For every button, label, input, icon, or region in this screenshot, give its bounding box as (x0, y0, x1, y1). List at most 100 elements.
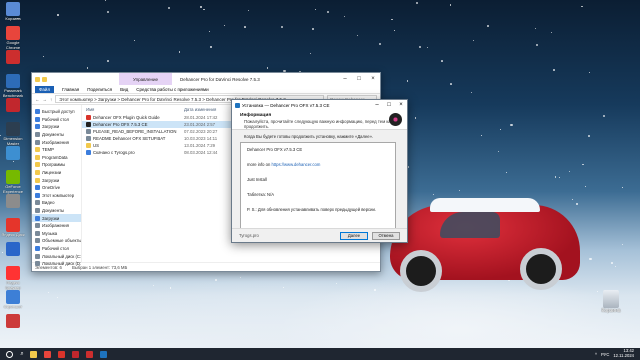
back-arrow-icon[interactable]: ← (35, 97, 40, 102)
clock[interactable]: 13:42 12.11.2024 (613, 348, 634, 359)
info-text: P. S.: Для обновления устанавливать пове… (247, 207, 376, 212)
column-name[interactable]: Имя (86, 107, 184, 112)
taskbar-app-chrome[interactable] (40, 348, 54, 360)
desktop-icon[interactable]: GeForce Experience (1, 170, 25, 194)
nav-item[interactable]: Этот компьютер (32, 192, 81, 200)
nav-item[interactable]: Объемные объекты (32, 237, 81, 245)
desktop-icon[interactable] (1, 194, 25, 208)
tray-chevron-icon[interactable]: ^ (595, 352, 597, 357)
nav-item[interactable]: Загрузки (32, 214, 81, 222)
info-line (247, 200, 389, 208)
next-button[interactable]: Далее (340, 231, 368, 240)
nav-item[interactable]: Изображения (32, 222, 81, 230)
snowflake (104, 0, 106, 2)
nav-item[interactable]: Музыка (32, 230, 81, 238)
snowflake (378, 43, 381, 46)
minimize-button[interactable]: – (338, 76, 352, 82)
taskbar-app-app-red-2[interactable] (68, 348, 82, 360)
desktop-icon[interactable]: Яндекс Диск (1, 218, 25, 237)
desktop-icon[interactable] (1, 98, 25, 112)
nav-item[interactable]: Лицензии (32, 169, 81, 177)
ribbon-tab[interactable]: Вид (120, 87, 128, 92)
up-arrow-icon[interactable]: ↑ (50, 97, 52, 102)
desktop-icon[interactable]: Google Chrome (1, 26, 25, 50)
nav-item-label: Объемные объекты (42, 238, 81, 244)
file-icon (86, 129, 91, 134)
nav-item[interactable]: Документы (32, 131, 81, 139)
nav-item[interactable]: Загрузки (32, 176, 81, 184)
ribbon-tab[interactable]: Средства работы с приложениями (136, 87, 208, 92)
nav-item[interactable]: Документы (32, 207, 81, 215)
close-button[interactable]: × (366, 76, 380, 82)
properties-icon[interactable] (42, 76, 47, 82)
nav-item[interactable]: Изображения (32, 138, 81, 146)
installer-close-button[interactable]: × (395, 102, 407, 108)
snowflake (450, 82, 452, 85)
snowflake (554, 176, 557, 178)
start-button[interactable] (0, 348, 18, 360)
taskbar-app-app-red-3[interactable] (82, 348, 96, 360)
nav-item[interactable]: TEMP (32, 146, 81, 154)
installer-titlebar[interactable]: Установка — Dehancer Pro OFX v7.5.3 CE –… (232, 100, 407, 110)
nav-item[interactable]: Рабочий стол (32, 245, 81, 253)
snowflake (314, 8, 316, 10)
cancel-button[interactable]: Отмена (372, 231, 400, 240)
desktop-icon[interactable]: Скриншот (1, 290, 25, 309)
installer-dialog[interactable]: Установка — Dehancer Pro OFX v7.5.3 CE –… (231, 99, 408, 243)
app-icon (6, 98, 20, 112)
snowflake (394, 29, 395, 31)
snowflake (459, 190, 461, 192)
desktop-icon[interactable] (1, 242, 25, 256)
ribbon-tab[interactable]: Поделиться (87, 87, 112, 92)
explorer-titlebar[interactable]: Управление Dehancer Pro for DaVinci Reso… (32, 73, 380, 85)
snowflake (343, 15, 346, 18)
installer-maximize-button[interactable]: □ (383, 102, 395, 108)
installer-intro: Когда Вы будете готовы продолжить устано… (244, 134, 374, 139)
app-icon (6, 146, 20, 160)
snowflake (470, 91, 472, 93)
snowflake (449, 4, 452, 6)
taskbar-app-app-red[interactable] (54, 348, 68, 360)
snowflake (568, 170, 570, 172)
nav-item[interactable]: Локальный диск (C:) (32, 252, 81, 260)
snowflake (391, 18, 393, 20)
forward-arrow-icon[interactable]: → (43, 97, 48, 102)
installer-page-subtitle: Пожалуйста, прочитайте следующую важную … (244, 119, 393, 129)
file-name: US (93, 143, 99, 148)
folder-icon (35, 185, 40, 191)
desktop-icon[interactable] (1, 314, 25, 328)
search-icon[interactable]: ⌕ (18, 348, 26, 360)
snowflake (43, 55, 45, 57)
info-text-box[interactable]: Dehancer Pro OFX v7.5.3 CE more info on h… (240, 142, 396, 229)
ribbon-tab[interactable]: Главная (62, 87, 79, 92)
nav-item[interactable]: Видео (32, 199, 81, 207)
desktop-icon[interactable]: Корзина (1, 2, 25, 21)
nav-item[interactable]: Загрузки (32, 123, 81, 131)
manage-tab[interactable]: Управление (119, 73, 173, 85)
desktop-icon[interactable]: Dimension Master (1, 122, 25, 146)
snowflake (611, 262, 613, 264)
desktop-icon[interactable] (1, 50, 25, 64)
info-link[interactable]: https://www.dehancer.com (271, 162, 320, 167)
snowflake (374, 289, 376, 292)
nav-item[interactable]: Быстрый доступ (32, 108, 81, 116)
nav-item-label: Видео (42, 200, 55, 206)
ribbon-tab[interactable]: Файл (35, 85, 55, 93)
snowflake (266, 67, 269, 69)
nav-item[interactable]: OneDrive (32, 184, 81, 192)
nav-item[interactable]: Программы (32, 161, 81, 169)
nav-item[interactable]: Рабочий стол (32, 116, 81, 124)
nav-item-label: Программы (42, 162, 66, 168)
desktop-icon[interactable]: Passmark Benchmark (1, 74, 25, 98)
desktop-icon[interactable]: Яндекс Браузер (1, 266, 25, 290)
taskbar-app-explorer[interactable] (26, 348, 40, 360)
recycle-bin[interactable]: Корзина (596, 290, 626, 314)
taskbar-app-installer[interactable] (96, 348, 110, 360)
folder-icon (35, 223, 40, 229)
snowflake (282, 286, 284, 288)
maximize-button[interactable]: □ (352, 76, 366, 82)
installer-minimize-button[interactable]: – (371, 102, 383, 108)
language-indicator[interactable]: РУС (601, 352, 609, 357)
nav-item[interactable]: ProgramData (32, 154, 81, 162)
desktop-icon[interactable] (1, 146, 25, 160)
